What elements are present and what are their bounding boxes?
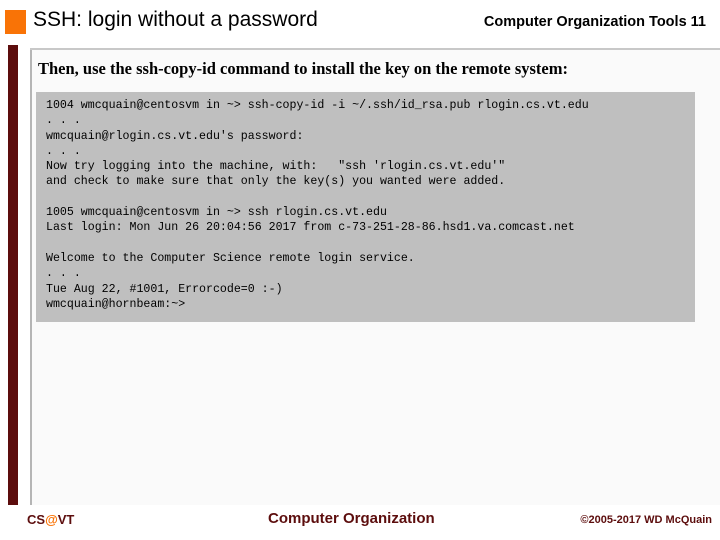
terminal-line: . . . [46,114,81,128]
terminal-line: and check to make sure that only the key… [46,175,506,189]
footer-copyright: ©2005-2017 WD McQuain [580,514,712,526]
brand-vt: VT [57,512,75,527]
brand-at-icon: @ [45,512,58,527]
terminal-line: wmcquain@hornbeam:~> [46,297,186,311]
terminal-line: wmcquain@rlogin.cs.vt.edu's password: [46,129,304,143]
terminal-output-block: 1004 wmcquain@centosvm in ~> ssh-copy-id… [36,92,695,323]
terminal-line: Tue Aug 22, #1001, Errorcode=0 :-) [46,282,283,296]
slide-footer: CS@VT Computer Organization ©2005-2017 W… [0,504,720,540]
brand-cs: CS [27,512,46,527]
terminal-line: . . . [46,267,81,281]
slide-page: { "header": { "title": "SSH: login witho… [0,0,720,540]
course-label: Computer Organization Tools 11 [483,14,706,30]
left-accent-bar [8,45,18,505]
terminal-line: . . . [46,144,81,158]
slide-header: SSH: login without a password Computer O… [0,0,720,46]
terminal-line: 1005 wmcquain@centosvm in ~> ssh rlogin.… [46,206,387,220]
slide-content: Then, use the ssh-copy-id command to ins… [32,50,720,505]
header-accent-square [5,10,26,34]
page-title: SSH: login without a password [33,8,318,31]
terminal-line: Last login: Mon Jun 26 20:04:56 2017 fro… [46,221,575,235]
terminal-line: Welcome to the Computer Science remote l… [46,251,415,265]
brand-logo: CS@VT [27,512,74,527]
intro-text: Then, use the ssh-copy-id command to ins… [38,59,568,78]
terminal-line: Now try logging into the machine, with: … [46,160,506,174]
terminal-line: 1004 wmcquain@centosvm in ~> ssh-copy-id… [46,99,589,112]
footer-course-title: Computer Organization [268,510,435,527]
